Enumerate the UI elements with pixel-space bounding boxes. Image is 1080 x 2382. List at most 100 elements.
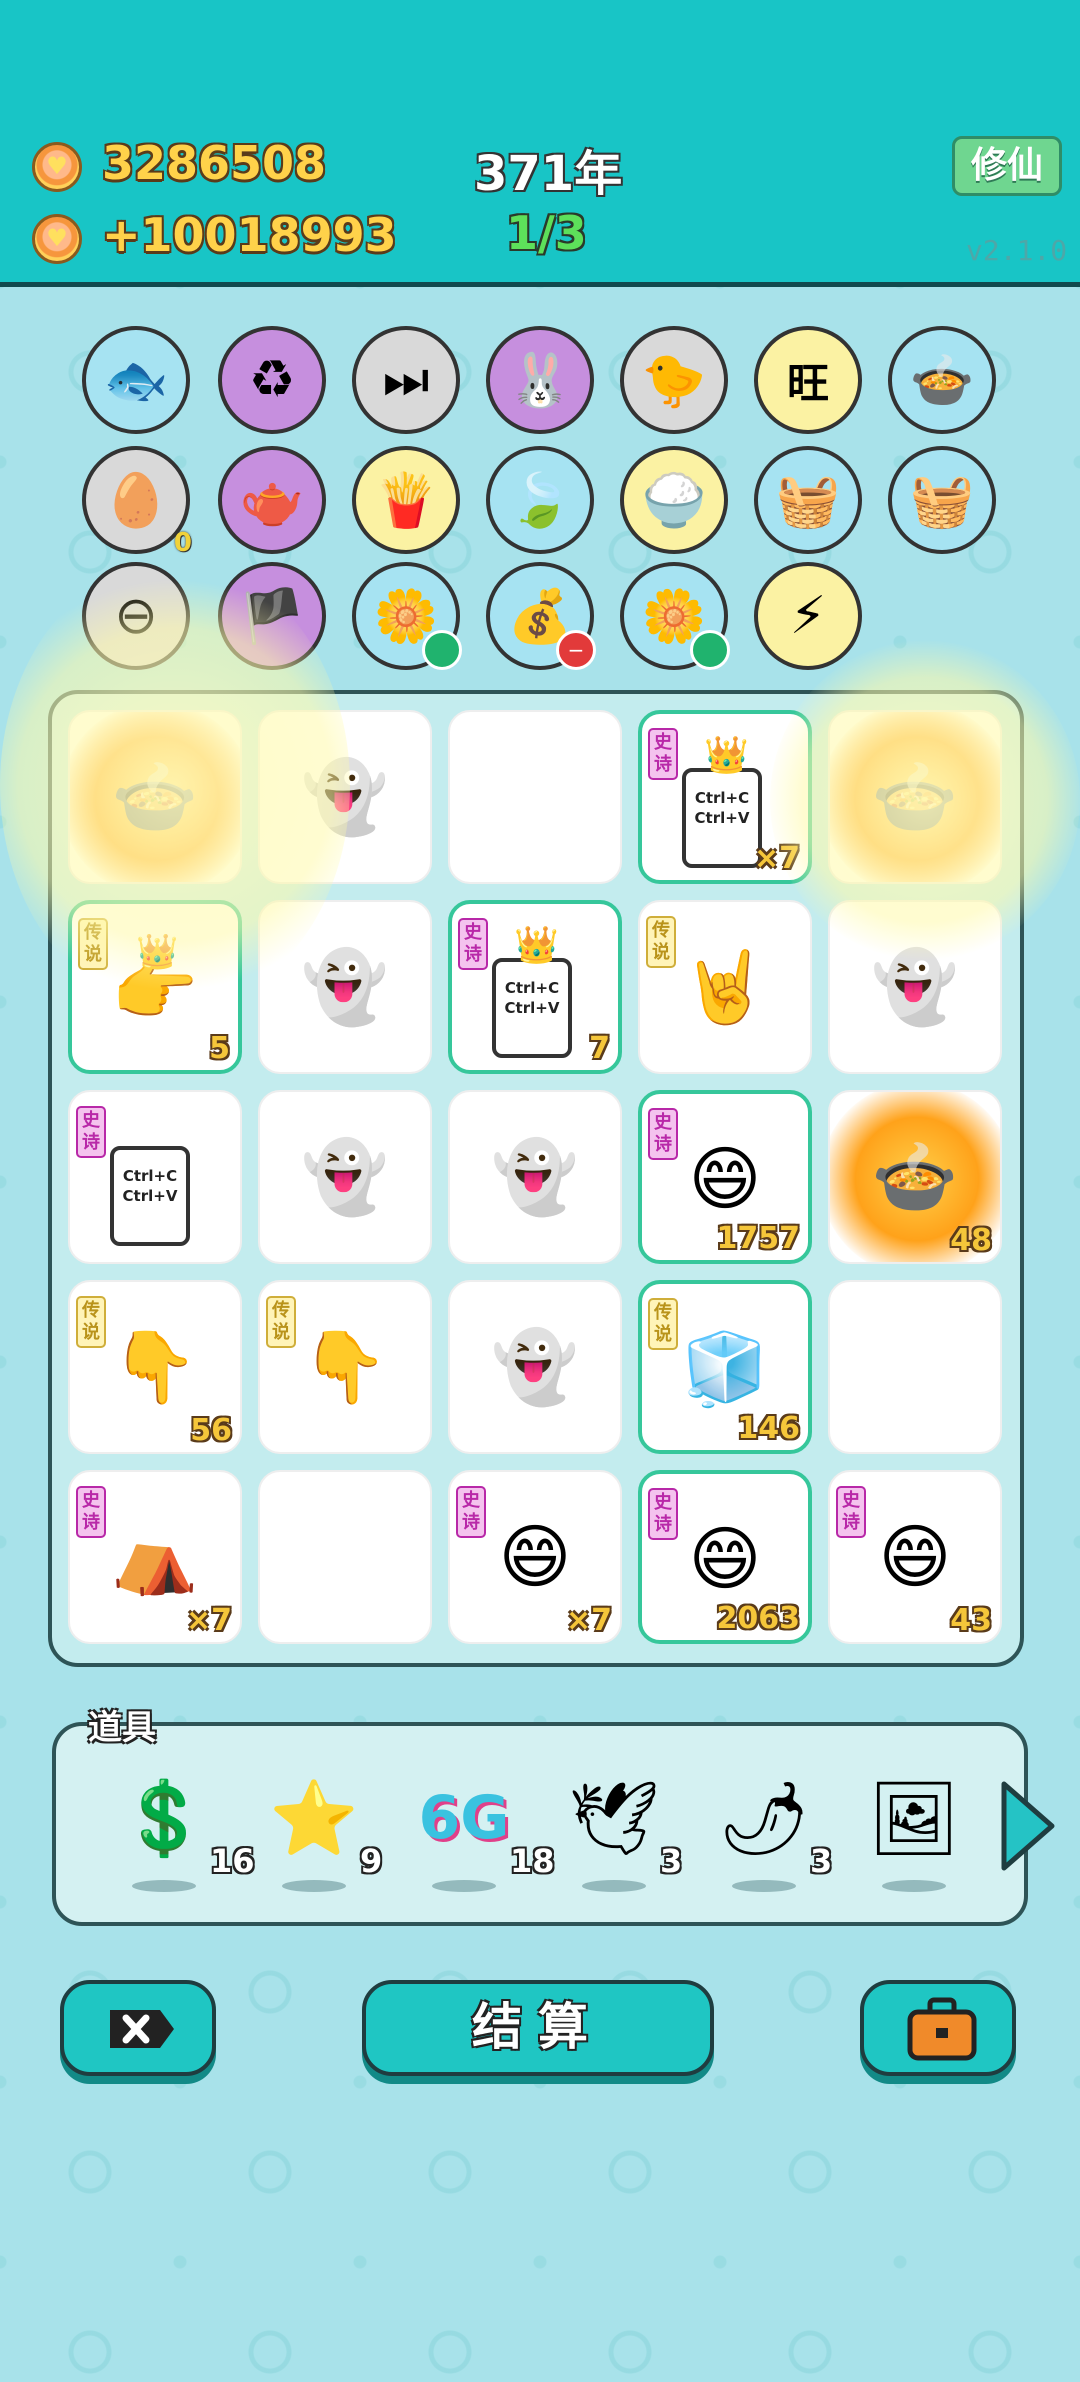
ctrl-card-icon: Ctrl+C Ctrl+V [682,768,762,868]
tile-ghost-coins[interactable]: 👻 [258,710,432,884]
quit-button[interactable] [60,1980,216,2076]
dollar-coin-icon: 💲 [119,1776,209,1860]
crown-icon: 👑 [704,735,749,776]
star-prop[interactable]: ⭐ 9 [264,1768,384,1898]
gravy-boat-icon[interactable]: 🫖 [218,446,326,554]
fries-icon-glyph: 🍟 [373,470,439,531]
rice-bowl-icon[interactable]: 🍚 [620,446,728,554]
leaf-icon[interactable]: 🍃 [486,446,594,554]
rarity-tag: 史诗 [648,728,678,780]
tile-face[interactable]: 😄 史诗 2063 [638,1470,812,1644]
fruit-basket-icon-glyph: 🧺 [775,470,841,531]
tile-ctrl-card[interactable]: Ctrl+C Ctrl+V 👑 史诗 ×7 [638,710,812,884]
recycle-icon[interactable]: ♻ [218,326,326,434]
tile-pot-fire[interactable]: 🍲 48 [828,1090,1002,1264]
lightning-icon-glyph: ⚡ [789,586,827,646]
tile-empty[interactable] [828,1280,1002,1454]
eye-patch-icon[interactable]: 🏴 [218,562,326,670]
next-arrow-icon[interactable] [998,1776,1058,1876]
tile-face[interactable]: 😄 史诗 ×7 [448,1470,622,1644]
tile-rock-hand[interactable]: 🤘 传说 [638,900,812,1074]
prop-shadow [132,1880,196,1892]
fruit-basket-icon[interactable]: 🧺 [754,446,862,554]
egg-tray-icon[interactable]: 🥚 0 [82,446,192,558]
coin-icon [32,214,82,264]
item-count: 0 [173,528,192,558]
rarity-tag: 史诗 [76,1486,106,1538]
rarity-tag: 史诗 [648,1108,678,1160]
status-badge [690,630,730,670]
pot-icon-glyph: 🍲 [909,350,975,411]
tile-pot-fire[interactable]: 🍲 [68,710,242,884]
chili-prop[interactable]: 🌶 3 [714,1768,834,1898]
tile-point-hand[interactable]: 👇 传说 56 [68,1280,242,1454]
flower-pot-icon[interactable]: 🌼 [352,562,462,670]
tile-count: 7 [589,1031,610,1066]
coin-income: +10018993 [102,208,397,262]
coin-total: 3286508 [102,136,327,190]
tile-empty[interactable] [258,1470,432,1644]
ctrl-card-icon: Ctrl+C Ctrl+V [492,958,572,1058]
prop-shadow [282,1880,346,1892]
wang-tiles-icon[interactable]: 旺 [754,326,862,434]
tile-count: 146 [737,1411,800,1446]
prop-count: 9 [360,1842,383,1880]
rabbit-icon[interactable]: 🐰 [486,326,594,434]
portrait-icon: 🖼 [868,1776,960,1860]
tile-count: 1757 [716,1221,801,1256]
chick-egg-icon[interactable]: 🐤 [620,326,728,434]
tile-crown-hand[interactable]: 👉 👑 传说 5 [68,900,242,1074]
rarity-tag: 传说 [78,918,108,970]
prop-count: 18 [510,1842,555,1880]
ghost-coins-icon: 👻 [871,946,959,1028]
dollar-coin-prop[interactable]: 💲 16 [114,1768,255,1898]
tile-ghost-coins[interactable]: 👻 [828,900,1002,1074]
inventory-button[interactable] [860,1980,1016,2076]
tile-face[interactable]: 😄 史诗 43 [828,1470,1002,1644]
sack-icon[interactable]: 💰 − [486,562,596,670]
chili-icon: 🌶 [718,1776,810,1860]
egg-tray-icon-glyph: 🥚 [103,470,169,531]
fries-icon[interactable]: 🍟 [352,446,460,554]
xiuxian-button[interactable]: 修仙 [952,136,1062,196]
portrait-prop[interactable]: 🖼 [864,1768,984,1898]
rabbit-icon-glyph: 🐰 [507,350,573,411]
minus-circle-icon[interactable]: ⊖ [82,562,190,670]
tile-count: ×7 [565,1603,612,1638]
prop-count: 16 [210,1842,255,1880]
skip-icon[interactable]: ⏭ [352,326,460,434]
tile-point-hand[interactable]: 👇 传说 [258,1280,432,1454]
6g-icon: 6G [418,1783,510,1853]
tile-ghost-coins[interactable]: 👻 [448,1280,622,1454]
pot-icon[interactable]: 🍲 [888,326,996,434]
tile-pot-fire[interactable]: 🍲 [828,710,1002,884]
tile-count: ×7 [185,1603,232,1638]
flower-pot-icon[interactable]: 🌼 [620,562,730,670]
gravy-boat-icon-glyph: 🫖 [239,470,305,531]
tile-ghost-coins[interactable]: 👻 [258,900,432,1074]
prop-shadow [432,1880,496,1892]
tile-ghost-coins[interactable]: 👻 [448,1090,622,1264]
tile-ghost-coins[interactable]: 👻 [258,1090,432,1264]
close-icon [110,2010,174,2048]
white-bird-icon: 🕊 [568,1776,660,1860]
lightning-icon[interactable]: ⚡ [754,562,862,670]
tile-ctrl-card[interactable]: Ctrl+C Ctrl+V 👑 史诗 7 [448,900,622,1074]
ghost-coins-icon: 👻 [491,1326,579,1408]
fruit-basket-icon[interactable]: 🧺 [888,446,996,554]
tile-ctrl-card[interactable]: Ctrl+C Ctrl+V 史诗 [68,1090,242,1264]
fishbowl-icon[interactable]: 🐟 [82,326,190,434]
tile-rabbit-tent[interactable]: ⛺ 史诗 ×7 [68,1470,242,1644]
tile-face-crown[interactable]: 😄 史诗 1757 [638,1090,812,1264]
6g-prop[interactable]: 6G 18 [414,1768,555,1898]
rarity-tag: 传说 [76,1296,106,1348]
settle-button[interactable]: 结算 [362,1980,714,2076]
year-counter: 371年 [474,146,623,202]
prop-count: 3 [810,1842,833,1880]
ghost-coins-icon: 👻 [301,756,389,838]
minus-circle-icon-glyph: ⊖ [114,586,158,646]
tile-fridge[interactable]: 🧊 传说 146 [638,1280,812,1454]
recycle-icon-glyph: ♻ [248,350,296,410]
white-bird-prop[interactable]: 🕊 3 [564,1768,684,1898]
tile-empty[interactable] [448,710,622,884]
